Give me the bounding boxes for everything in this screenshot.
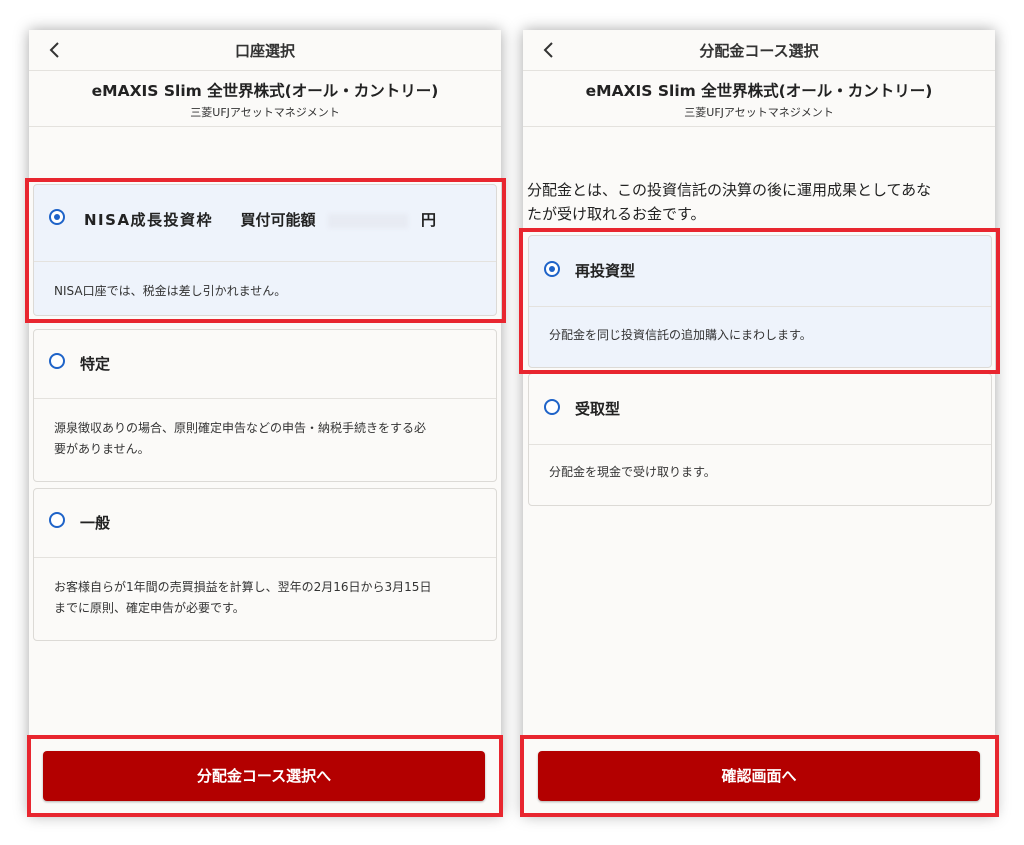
fund-company: 三菱UFJアセットマネジメント [190,106,340,119]
page-title: 口座選択 [234,42,295,60]
option-receive[interactable]: 受取型 分配金を現金で受け取ります。 [528,373,992,506]
option-label-tokutei: 特定 [80,355,111,373]
option-label-reinvest: 再投資型 [575,262,636,280]
radio-reinvest[interactable] [544,261,560,277]
header: 口座選択 [29,30,501,71]
option-desc-tokutei-line1: 源泉徴収ありの場合、原則確定申告などの申告・納税手続きをする必 [54,421,427,435]
intro-line1: 分配金とは、この投資信託の決算の後に運用成果としてあな [527,181,932,199]
option-desc-ippan-line2: までに原則、確定申告が必要です。 [54,601,245,615]
purchasable-label: 買付可能額 [240,211,316,229]
distribution-intro: 分配金とは、この投資信託の決算の後に運用成果としてあな たが受け取れるお金です。 [527,178,989,226]
option-desc-tokutei-line2: 要がありません。 [54,442,150,456]
radio-nisa[interactable] [49,209,65,225]
option-nisa[interactable]: NISA成長投資枠 買付可能額 円 NISA口座では、税金は差し引かれません。 [33,184,497,316]
option-label-ippan: 一般 [80,514,111,532]
option-label-nisa: NISA成長投資枠 [84,211,214,229]
fund-info: eMAXIS Slim 全世界株式(オール・カントリー) 三菱UFJアセットマネ… [29,71,501,127]
option-ippan[interactable]: 一般 お客様自らが1年間の売買損益を計算し、翌年の2月16日から3月15日 まで… [33,488,497,641]
option-desc-nisa: NISA口座では、税金は差し引かれません。 [54,284,287,298]
option-reinvest[interactable]: 再投資型 分配金を同じ投資信託の追加購入にまわします。 [528,235,992,368]
option-desc-ippan-line1: お客様自らが1年間の売買損益を計算し、翌年の2月16日から3月15日 [54,580,432,594]
fund-info: eMAXIS Slim 全世界株式(オール・カントリー) 三菱UFJアセットマネ… [523,71,995,127]
option-desc-reinvest: 分配金を同じ投資信託の追加購入にまわします。 [549,328,812,342]
intro-line2: たが受け取れるお金です。 [527,205,706,223]
yen-label: 円 [421,211,437,229]
fund-name: eMAXIS Slim 全世界株式(オール・カントリー) [585,82,933,100]
account-selection-screen: 口座選択 eMAXIS Slim 全世界株式(オール・カントリー) 三菱UFJア… [29,30,501,815]
radio-tokutei[interactable] [49,353,65,369]
option-label-receive: 受取型 [575,400,621,418]
option-tokutei[interactable]: 特定 源泉徴収ありの場合、原則確定申告などの申告・納税手続きをする必 要がありま… [33,329,497,482]
radio-receive[interactable] [544,399,560,415]
fund-company: 三菱UFJアセットマネジメント [684,106,834,119]
next-distribution-course-button[interactable]: 分配金コース選択へ [43,751,485,801]
radio-ippan[interactable] [49,512,65,528]
purchasable-amount-masked [328,213,409,228]
fund-name: eMAXIS Slim 全世界株式(オール・カントリー) [91,82,439,100]
header: 分配金コース選択 [523,30,995,71]
page-title: 分配金コース選択 [699,42,819,60]
option-desc-receive: 分配金を現金で受け取ります。 [549,465,716,479]
distribution-course-screen: 分配金コース選択 eMAXIS Slim 全世界株式(オール・カントリー) 三菱… [523,30,995,815]
confirm-screen-button[interactable]: 確認画面へ [538,751,980,801]
